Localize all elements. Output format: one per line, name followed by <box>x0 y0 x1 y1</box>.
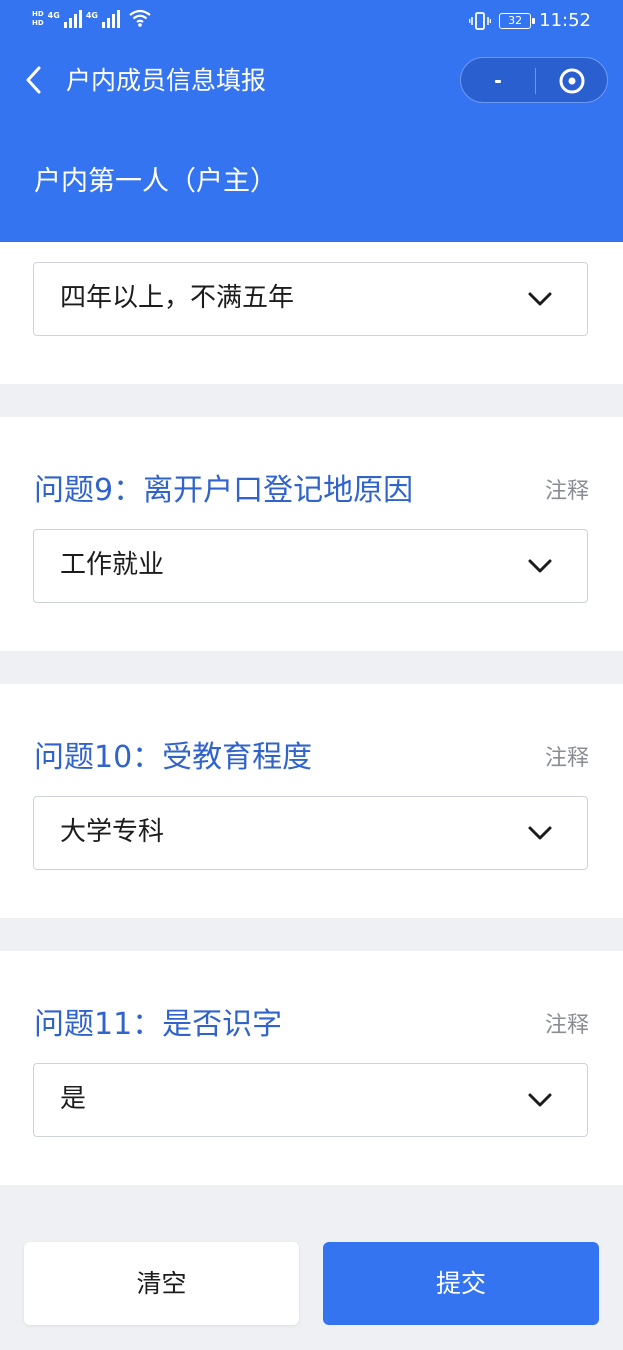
signal-icon <box>101 10 120 28</box>
clear-button[interactable]: 清空 <box>24 1242 299 1325</box>
sim-indicators: HD HD <box>32 10 44 28</box>
chevron-down-icon <box>528 826 552 840</box>
status-bar: HD HD 4G 4G 32 11:52 <box>0 0 623 44</box>
question-card: 问题11：是否识字 注释 是 <box>0 951 623 1185</box>
question-note-link[interactable]: 注释 <box>545 477 589 507</box>
chevron-down-icon <box>528 1093 552 1107</box>
page-title: 户内成员信息填报 <box>66 66 267 95</box>
chevron-down-icon <box>528 292 552 306</box>
answer-select[interactable]: 大学专科 <box>33 796 588 870</box>
signal-icon <box>63 10 82 28</box>
answer-select[interactable]: 工作就业 <box>33 529 588 603</box>
status-right: 32 11:52 <box>469 10 591 31</box>
status-left: HD HD 4G 4G <box>32 8 152 28</box>
chevron-down-icon <box>528 559 552 573</box>
app-header: HD HD 4G 4G 32 11:52 户内成员信息填报 户内第一人（户主） <box>0 0 623 242</box>
question-card: 问题10：受教育程度 注释 大学专科 <box>0 684 623 918</box>
submit-button[interactable]: 提交 <box>323 1242 599 1325</box>
back-button[interactable] <box>20 62 50 98</box>
select-value: 工作就业 <box>60 550 165 580</box>
question-card: 问题9：离开户口登记地原因 注释 工作就业 <box>0 417 623 651</box>
mini-program-capsule <box>460 57 608 103</box>
sim1-label: HD <box>32 10 44 18</box>
question-title: 问题9：离开户口登记地原因 <box>34 473 414 508</box>
answer-select[interactable]: 四年以上，不满五年 <box>33 262 588 336</box>
sim2-label: HD <box>32 19 44 27</box>
action-bar: 清空 提交 <box>0 1185 623 1350</box>
select-value: 四年以上，不满五年 <box>60 283 295 313</box>
question-note-link[interactable]: 注释 <box>545 1011 589 1041</box>
battery-level: 32 <box>508 13 523 27</box>
more-button[interactable] <box>461 58 535 104</box>
vibrate-icon <box>469 11 492 30</box>
close-icon <box>559 68 585 94</box>
question-note-link[interactable]: 注释 <box>545 744 589 774</box>
select-value: 大学专科 <box>60 817 165 847</box>
network2-label: 4G <box>85 11 98 20</box>
answer-select[interactable]: 是 <box>33 1063 588 1137</box>
question-card: 四年以上，不满五年 <box>0 242 623 384</box>
battery-icon: 32 <box>499 12 536 29</box>
question-title: 问题11：是否识字 <box>34 1007 283 1042</box>
back-icon <box>26 66 41 94</box>
clock: 11:52 <box>539 10 591 31</box>
question-title: 问题10：受教育程度 <box>34 740 313 775</box>
close-button[interactable] <box>536 58 608 104</box>
network1-label: 4G <box>47 11 60 20</box>
section-title: 户内第一人（户主） <box>34 166 277 197</box>
select-value: 是 <box>60 1084 87 1114</box>
wifi-icon <box>129 9 151 27</box>
more-icon <box>495 79 501 83</box>
